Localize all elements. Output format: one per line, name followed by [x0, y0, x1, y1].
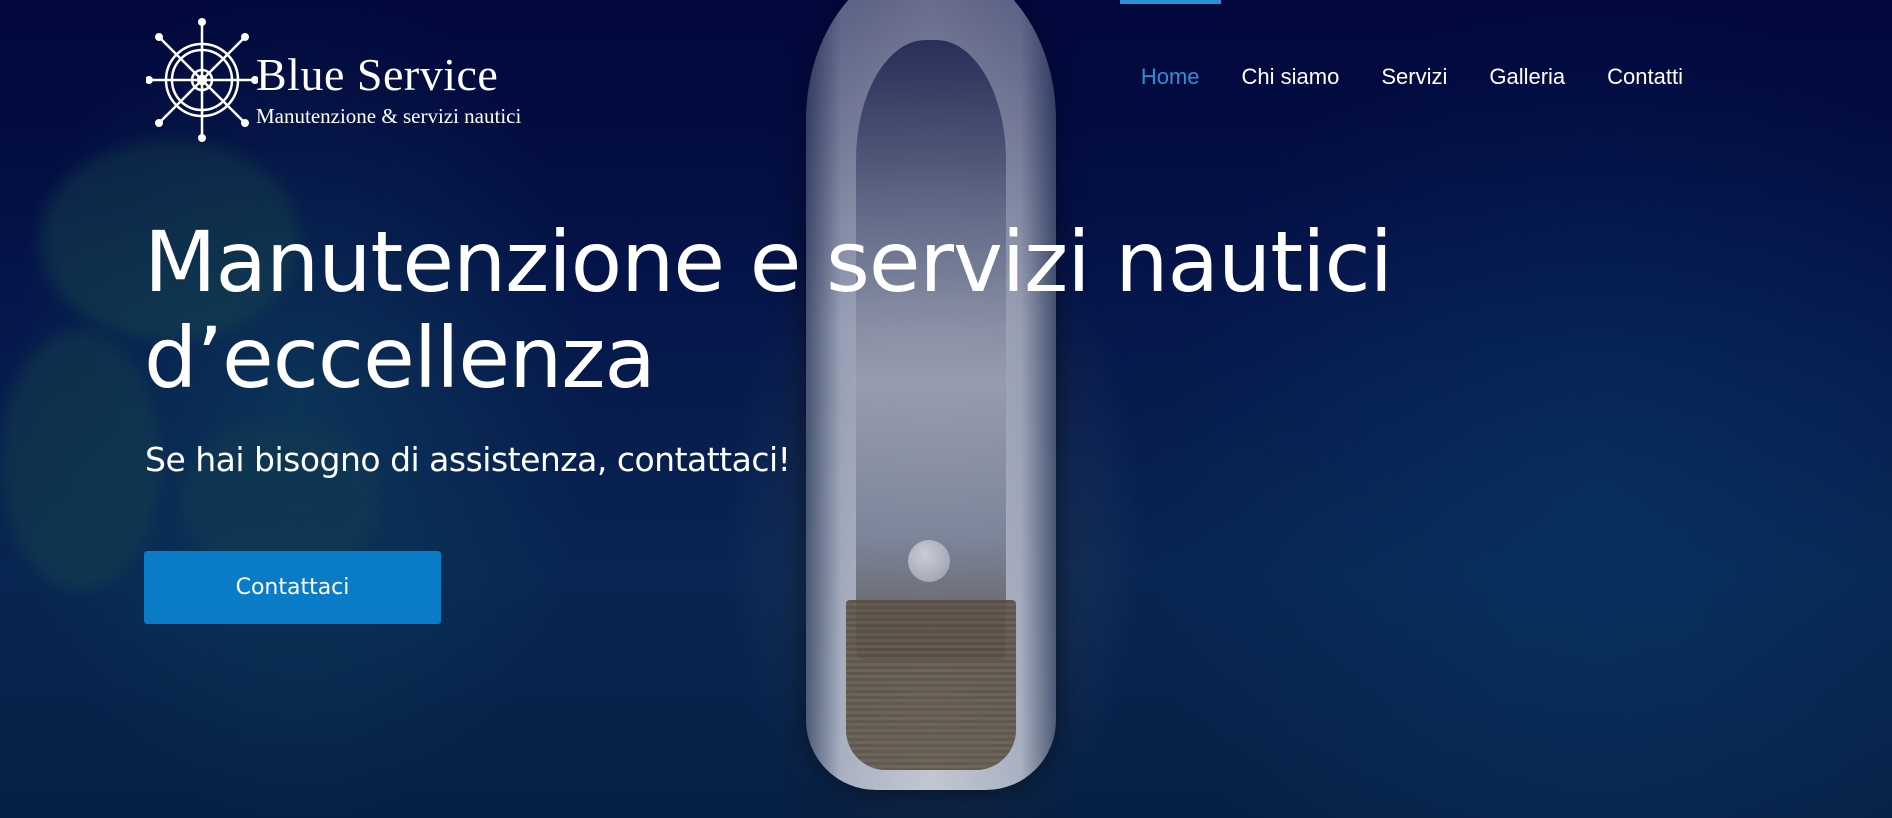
main-navigation: Home Chi siamo Servizi Galleria Contatti — [1119, 0, 1704, 160]
hero-title-line-1: Manutenzione e servizi nautici — [144, 213, 1393, 311]
hero-title: Manutenzione e servizi nautici d’eccelle… — [144, 214, 1444, 406]
nav-item-contatti[interactable]: Contatti — [1586, 0, 1704, 90]
nav-item-home[interactable]: Home — [1119, 0, 1221, 90]
brand-title: Blue Service — [256, 49, 499, 100]
nav-item-galleria[interactable]: Galleria — [1468, 0, 1586, 90]
brand-logo[interactable]: Blue Service Manutenzione & servizi naut… — [146, 18, 576, 142]
contact-cta-button[interactable]: Contattaci — [144, 551, 441, 624]
ship-wheel-icon — [146, 18, 258, 142]
hero-subtitle: Se hai bisogno di assistenza, contattaci… — [145, 440, 791, 479]
hero-title-line-2: d’eccellenza — [144, 309, 656, 407]
brand-subtitle: Manutenzione & servizi nautici — [256, 104, 522, 128]
nav-item-chi-siamo[interactable]: Chi siamo — [1221, 0, 1361, 90]
nav-item-servizi[interactable]: Servizi — [1360, 0, 1468, 90]
